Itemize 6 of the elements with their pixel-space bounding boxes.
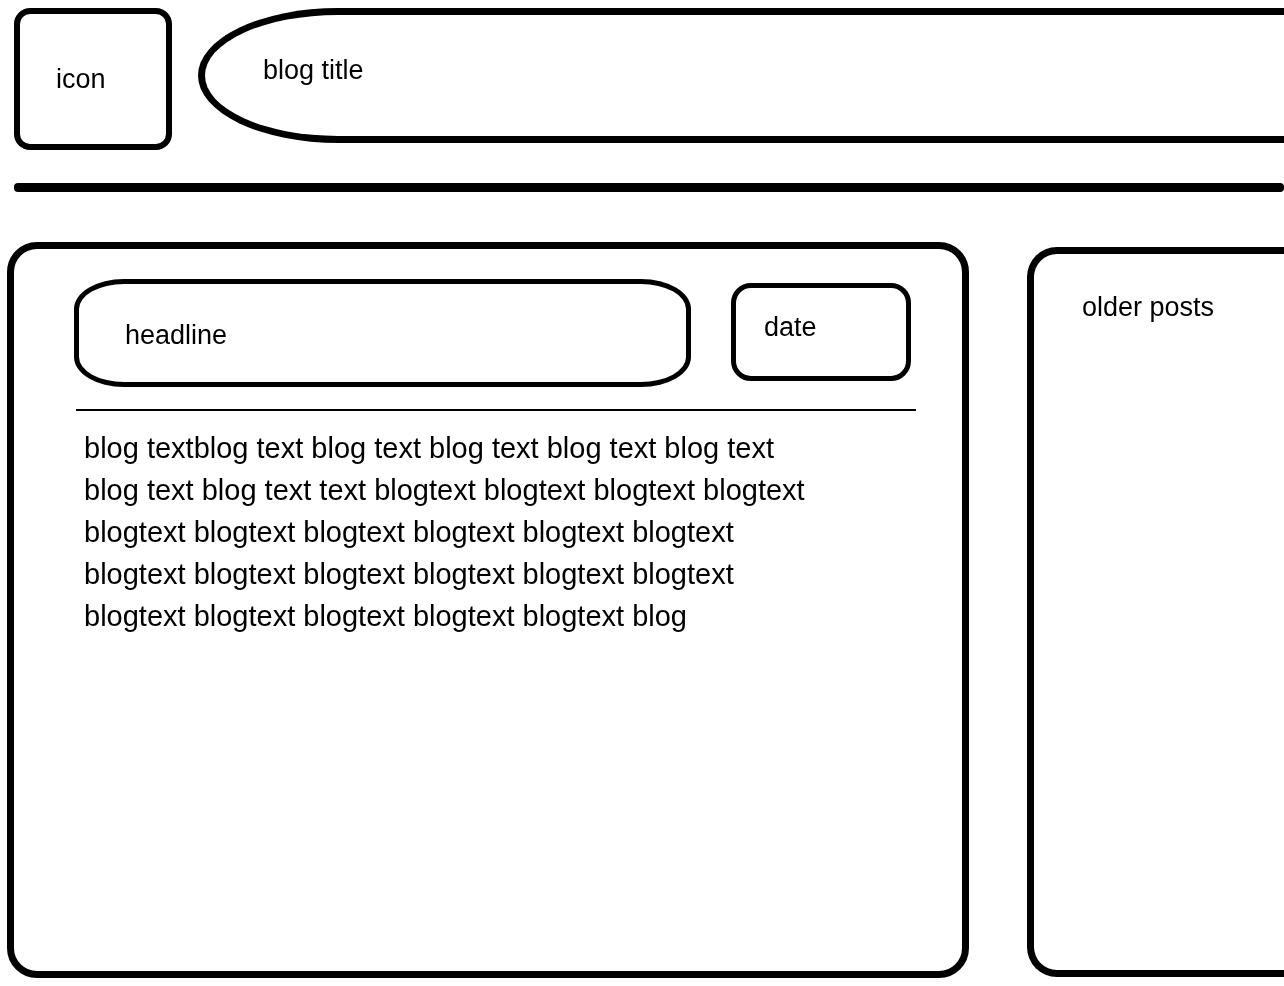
older-posts-label: older posts [1082, 292, 1215, 324]
date: date [764, 312, 817, 342]
icon-label: icon [56, 63, 106, 95]
blog-text: blog textblog text blog text blog text blog text blog text blog text blog text text blogtext blogtext blogtext blogtext blogtext blogtext blogtext blogtext blogtext blogtext blogtext blogtext blogtext blogtext blogtext blogtext blogtext blogtext blogtext blogtext blogtext blog [84, 431, 806, 634]
headline: headline [125, 320, 228, 350]
blog-title: blog title [263, 55, 364, 85]
